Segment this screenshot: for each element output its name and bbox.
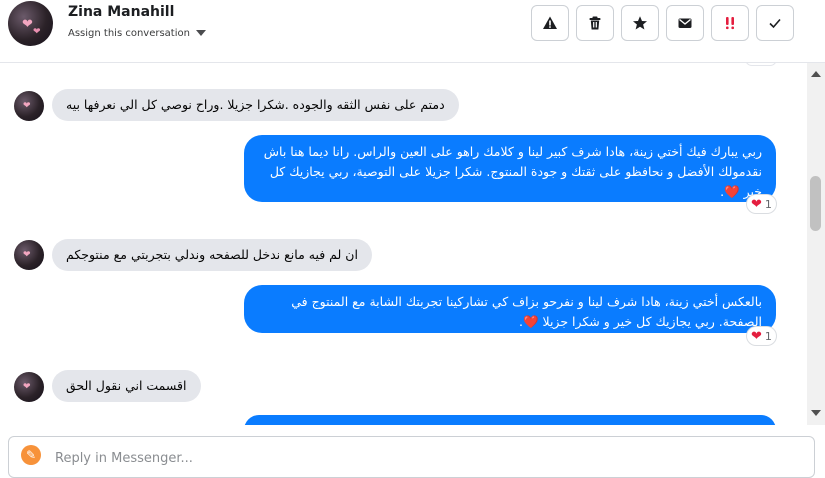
envelope-icon	[678, 18, 692, 28]
mark-done-button[interactable]	[756, 5, 794, 41]
report-spam-button[interactable]	[531, 5, 569, 41]
message-line: بالعكس أختي زينة، هادا شرف لينا و نفرحو …	[291, 294, 762, 309]
messenger-icon: ✎	[21, 445, 41, 465]
message-thread: ❤ دمتم على نفس الثقه والجوده .شكرا جزيلا…	[0, 63, 807, 425]
sender-avatar: ❤	[14, 240, 44, 270]
reaction-count: 1	[764, 329, 772, 343]
scrollbar-thumb[interactable]	[810, 176, 821, 231]
scroll-down-arrow-icon[interactable]	[811, 410, 821, 416]
outgoing-message[interactable]: ربي يبارك فيك أختي زينة، هادا شرف كبير ل…	[244, 135, 776, 202]
outgoing-message-partial[interactable]	[244, 415, 776, 425]
message-line: خير ❤️.	[720, 184, 762, 199]
incoming-message[interactable]: دمتم على نفس الثقه والجوده .شكرا جزيلا .…	[52, 89, 459, 121]
chevron-down-icon	[195, 30, 206, 36]
reaction-badge[interactable]: ❤ 1	[747, 327, 776, 345]
reply-input[interactable]: Reply in Messenger...	[55, 451, 193, 466]
conversation-header: ❤ ❤ Zina Manahill Assign this conversati…	[0, 0, 825, 63]
heart-icon: ❤	[751, 196, 762, 212]
incoming-message[interactable]: ان لم فيه مانع ندخل للصفحه وندلي بتجربتي…	[52, 239, 372, 271]
thread-scrollbar[interactable]	[807, 63, 825, 425]
mark-unread-button[interactable]	[666, 5, 704, 41]
delete-button[interactable]	[576, 5, 614, 41]
outgoing-message[interactable]: بالعكس أختي زينة، هادا شرف لينا و نفرحو …	[244, 285, 776, 333]
assign-conversation-dropdown[interactable]: Assign this conversation	[68, 28, 206, 39]
reaction-count: 1	[764, 197, 772, 211]
contact-name[interactable]: Zina Manahill	[68, 4, 174, 20]
incoming-message[interactable]: اقسمت اني نقول الحق	[52, 370, 201, 402]
reaction-badge[interactable]: ❤ 1	[747, 195, 776, 213]
scroll-up-arrow-icon[interactable]	[811, 71, 821, 77]
flag-button[interactable]	[711, 5, 749, 41]
assign-label: Assign this conversation	[68, 28, 190, 39]
message-line: نقدمولك الأفضل و نحافظو على ثقتك و جودة …	[269, 164, 762, 179]
star-icon	[633, 16, 647, 30]
sender-avatar: ❤	[14, 372, 44, 402]
trash-icon	[589, 16, 601, 30]
contact-avatar[interactable]: ❤ ❤	[8, 1, 53, 46]
star-button[interactable]	[621, 5, 659, 41]
message-line: ربي يبارك فيك أختي زينة، هادا شرف كبير ل…	[263, 144, 762, 159]
sender-avatar: ❤	[14, 91, 44, 121]
previous-message-edge	[746, 63, 776, 65]
check-icon	[769, 18, 781, 29]
message-line: الصفحة. ربي يجازيك كل خير و شكرا جزيلا ❤…	[518, 314, 762, 329]
heart-icon: ❤	[751, 328, 762, 344]
exclamation-icon	[726, 17, 734, 30]
reply-box[interactable]: ✎ Reply in Messenger...	[8, 436, 815, 478]
warning-icon	[543, 16, 557, 29]
